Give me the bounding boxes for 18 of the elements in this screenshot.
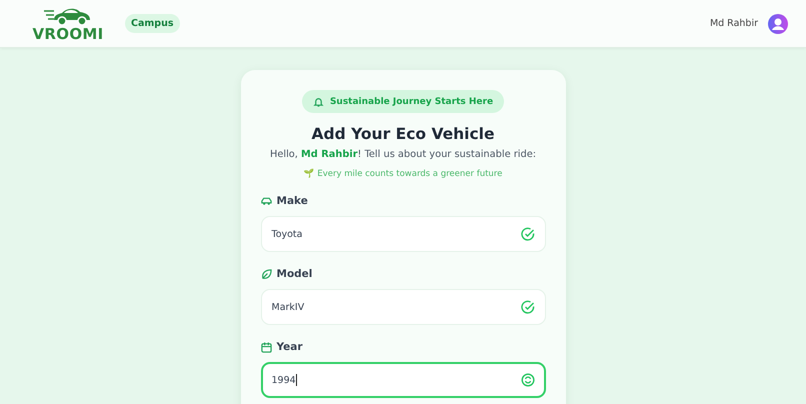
- avatar-icon[interactable]: [768, 14, 788, 34]
- field-label: Year: [276, 341, 303, 353]
- logo-text: VROOMI: [32, 27, 104, 42]
- bell-icon: [312, 96, 324, 107]
- badge-text: Sustainable Journey Starts Here: [330, 96, 494, 106]
- form-title: Add Your Eco Vehicle: [312, 125, 494, 143]
- greeting-text: Hello, Md Rahbir! Tell us about your sustainable ride:: [270, 149, 536, 160]
- calendar-icon: [260, 342, 272, 352]
- input-field[interactable]: Toyota: [260, 216, 546, 252]
- leaf-icon: [260, 268, 272, 280]
- input-field[interactable]: 1994: [260, 362, 546, 398]
- campus-tag[interactable]: Campus: [125, 14, 180, 33]
- input-field[interactable]: MarkIV: [260, 289, 546, 325]
- user-name: Md Rahbir: [710, 18, 758, 29]
- field-label: Model: [276, 268, 312, 280]
- car-icon: [260, 196, 272, 206]
- field-label: Make: [276, 195, 308, 207]
- tagline-text: 🌱 Every mile counts towards a greener future: [304, 168, 502, 179]
